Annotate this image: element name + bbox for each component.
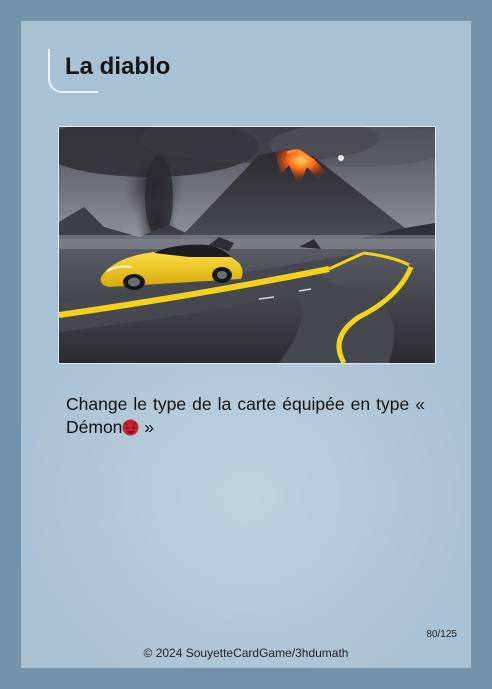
card-number: 80/125 xyxy=(426,629,457,640)
description-text: Change le type de la carte équipée en ty… xyxy=(66,394,425,437)
card[interactable]: La diablo Change le type de la carte équ… xyxy=(21,21,471,668)
card-illustration xyxy=(58,126,436,364)
demon-icon xyxy=(122,419,139,436)
description-text-end: » xyxy=(139,417,155,437)
card-description: Change le type de la carte équipée en ty… xyxy=(66,393,425,439)
card-title: La diablo xyxy=(65,53,171,80)
copyright: © 2024 SouyetteCardGame/3hdumath xyxy=(143,646,349,660)
